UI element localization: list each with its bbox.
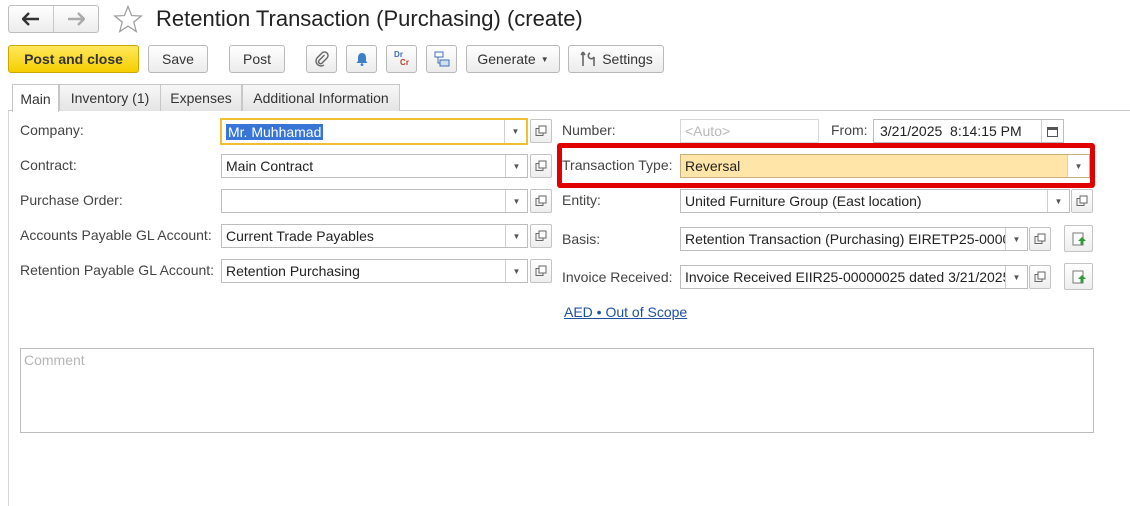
ap-gl-account-label: Accounts Payable GL Account:	[20, 227, 212, 243]
open-window-icon	[1076, 195, 1088, 206]
ap-gl-account-field[interactable]: Current Trade Payables ▼	[221, 224, 528, 248]
company-field[interactable]: Mr. Muhhamad ▼	[220, 118, 528, 145]
chevron-down-icon[interactable]: ▼	[505, 225, 527, 247]
chevron-down-icon[interactable]: ▼	[505, 260, 527, 282]
company-open-button[interactable]	[530, 119, 552, 143]
structure-button[interactable]	[426, 45, 457, 73]
tab-inventory[interactable]: Inventory (1)	[59, 84, 161, 111]
chevron-down-icon[interactable]: ▼	[1005, 228, 1027, 250]
basis-fill-button[interactable]	[1064, 225, 1093, 252]
fill-from-document-icon	[1072, 270, 1086, 283]
invoice-received-open-button[interactable]	[1029, 265, 1051, 289]
transaction-type-field[interactable]: Reversal ▼	[680, 154, 1090, 178]
favorite-star-icon[interactable]	[113, 4, 143, 36]
company-label: Company:	[20, 122, 84, 138]
ap-gl-account-open-button[interactable]	[530, 224, 552, 248]
tools-icon	[580, 51, 596, 66]
purchase-order-open-button[interactable]	[530, 189, 552, 213]
content-left-border	[8, 111, 9, 506]
caret-down-icon: ▼	[540, 54, 549, 64]
comment-placeholder: Comment	[24, 352, 85, 368]
from-label: From:	[831, 122, 868, 138]
bell-icon	[356, 53, 367, 66]
contract-field[interactable]: Main Contract ▼	[221, 154, 528, 178]
calendar-icon[interactable]	[1041, 120, 1063, 142]
open-window-icon	[1034, 271, 1046, 282]
reminder-button[interactable]	[346, 45, 377, 73]
chevron-down-icon[interactable]: ▼	[505, 190, 527, 212]
open-window-icon	[535, 125, 547, 136]
settings-button[interactable]: Settings	[568, 45, 664, 73]
transaction-type-label: Transaction Type:	[562, 157, 673, 173]
basis-open-button[interactable]	[1029, 227, 1051, 251]
hierarchy-icon	[434, 51, 449, 67]
chevron-down-icon[interactable]: ▼	[1047, 190, 1069, 212]
arrow-left-icon	[22, 12, 39, 26]
invoice-received-field[interactable]: Invoice Received EIIR25-00000025 dated 3…	[680, 265, 1028, 289]
attach-button[interactable]	[306, 45, 337, 73]
basis-value: Retention Transaction (Purchasing) EIRET…	[685, 231, 1005, 247]
contract-value: Main Contract	[226, 158, 314, 174]
back-button[interactable]	[9, 6, 53, 32]
transaction-type-value: Reversal	[685, 158, 741, 174]
invoice-received-value: Invoice Received EIIR25-00000025 dated 3…	[685, 269, 1005, 285]
dr-cr-icon: Dr Cr	[394, 50, 409, 67]
dr-cr-button[interactable]: Dr Cr	[386, 45, 417, 73]
rp-gl-account-field[interactable]: Retention Purchasing ▼	[221, 259, 528, 283]
open-window-icon	[535, 195, 547, 206]
open-window-icon	[535, 230, 547, 241]
tab-additional-information[interactable]: Additional Information	[242, 84, 400, 111]
forward-button[interactable]	[53, 6, 98, 32]
chevron-down-icon[interactable]: ▼	[1005, 266, 1027, 288]
chevron-down-icon[interactable]: ▼	[504, 120, 526, 143]
open-window-icon	[535, 265, 547, 276]
tab-main[interactable]: Main	[12, 84, 59, 112]
rp-gl-account-open-button[interactable]	[530, 259, 552, 283]
contract-open-button[interactable]	[530, 154, 552, 178]
tab-expenses[interactable]: Expenses	[160, 84, 242, 111]
history-nav	[8, 5, 99, 33]
post-button[interactable]: Post	[229, 45, 285, 73]
invoice-received-label: Invoice Received:	[562, 269, 673, 285]
chevron-down-icon[interactable]: ▼	[1067, 155, 1089, 177]
company-value: Mr. Muhhamad	[226, 123, 324, 140]
arrow-right-icon	[68, 12, 85, 26]
entity-label: Entity:	[562, 192, 601, 208]
contract-label: Contract:	[20, 157, 77, 173]
basis-label: Basis:	[562, 231, 601, 247]
open-window-icon	[1034, 233, 1046, 244]
save-button[interactable]: Save	[148, 45, 208, 73]
number-placeholder: <Auto>	[685, 123, 731, 139]
page-title: Retention Transaction (Purchasing) (crea…	[156, 6, 583, 31]
generate-button[interactable]: Generate ▼	[466, 45, 560, 73]
from-date-value: 3/21/2025 8:14:15 PM	[880, 123, 1022, 139]
paperclip-icon	[314, 51, 329, 67]
purchase-order-field[interactable]: ▼	[221, 189, 528, 213]
ap-gl-account-value: Current Trade Payables	[226, 228, 374, 244]
purchase-order-label: Purchase Order:	[20, 192, 123, 208]
number-field[interactable]: <Auto>	[680, 119, 819, 143]
entity-value: United Furniture Group (East location)	[685, 193, 922, 209]
chevron-down-icon[interactable]: ▼	[505, 155, 527, 177]
entity-open-button[interactable]	[1071, 189, 1093, 213]
from-date-field[interactable]: 3/21/2025 8:14:15 PM	[873, 119, 1064, 143]
rp-gl-account-value: Retention Purchasing	[226, 263, 360, 279]
rp-gl-account-label: Retention Payable GL Account:	[20, 262, 215, 278]
currency-tax-link[interactable]: AED • Out of Scope	[564, 304, 687, 320]
basis-field[interactable]: Retention Transaction (Purchasing) EIRET…	[680, 227, 1028, 251]
comment-field[interactable]: Comment	[20, 348, 1094, 433]
open-window-icon	[535, 160, 547, 171]
entity-field[interactable]: United Furniture Group (East location) ▼	[680, 189, 1070, 213]
invoice-received-fill-button[interactable]	[1064, 263, 1093, 290]
fill-from-document-icon	[1072, 232, 1086, 245]
number-label: Number:	[562, 122, 616, 138]
post-and-close-button[interactable]: Post and close	[8, 45, 139, 73]
